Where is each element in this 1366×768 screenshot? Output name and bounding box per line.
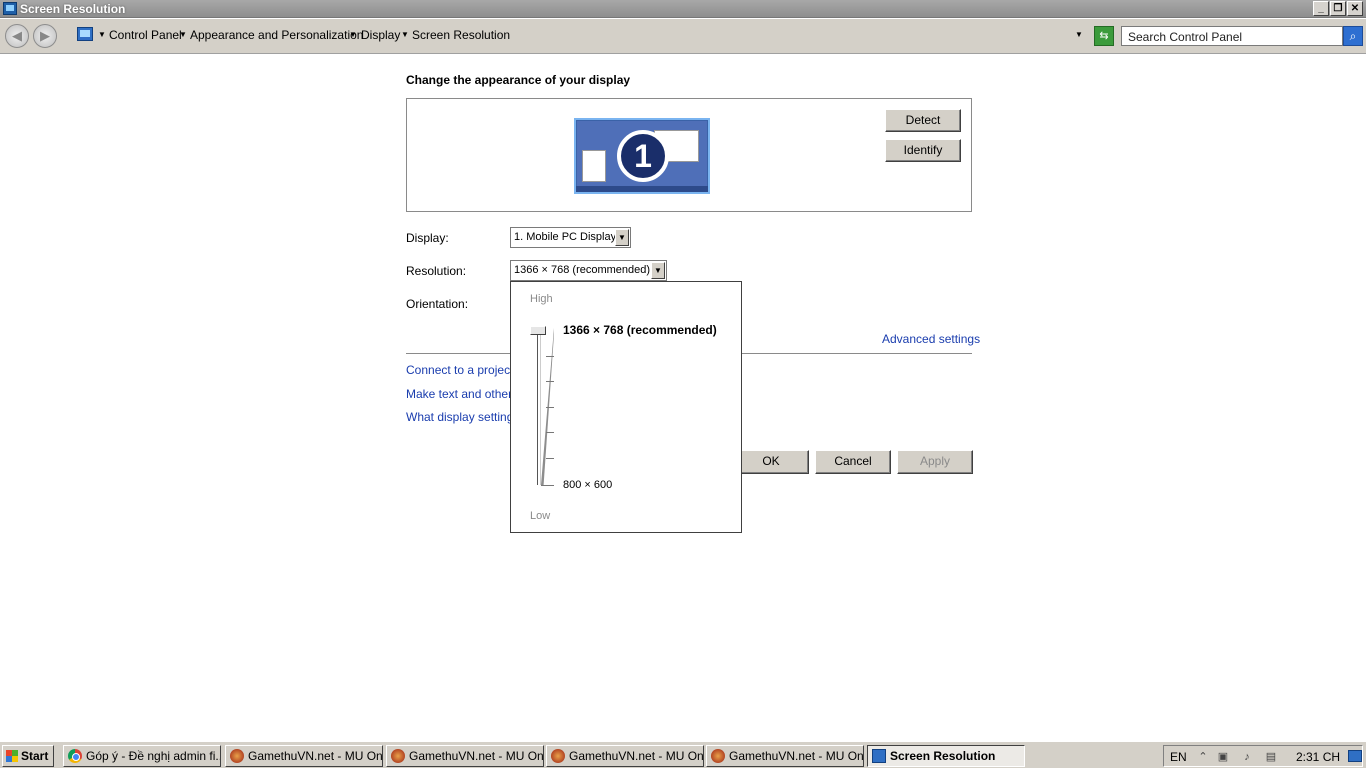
taskbar-thumbnail bbox=[576, 186, 708, 192]
identify-button[interactable]: Identify bbox=[885, 139, 961, 162]
ok-button[interactable]: OK bbox=[733, 450, 809, 474]
min-resolution-label: 800 × 600 bbox=[563, 479, 613, 491]
page-title: Change the appearance of your display bbox=[406, 73, 631, 87]
taskbar-item-label: GamethuVN.net - MU Onl... bbox=[248, 749, 383, 763]
chevron-down-icon[interactable]: ▼ bbox=[651, 262, 665, 279]
monitor-number: 1 bbox=[617, 130, 669, 182]
language-indicator[interactable]: EN bbox=[1170, 750, 1187, 764]
title-bar: Screen Resolution _ ❐ ✕ bbox=[0, 0, 1366, 18]
resolution-label: Resolution: bbox=[406, 264, 467, 278]
resolution-slider-track[interactable] bbox=[537, 332, 541, 485]
resolution-slider-thumb[interactable] bbox=[530, 326, 546, 335]
address-history-icon[interactable]: ▼ bbox=[1075, 30, 1083, 39]
taskbar-item-label: GamethuVN.net - MU Onl... bbox=[729, 749, 864, 763]
slider-tick bbox=[546, 407, 554, 408]
slider-tick bbox=[546, 432, 554, 433]
window-thumbnail bbox=[582, 150, 606, 182]
breadcrumb-screen-resolution[interactable]: Screen Resolution bbox=[412, 28, 510, 42]
taskbar-item-label: Góp ý - Đề nghị admin fi... bbox=[86, 749, 221, 763]
restore-button[interactable]: ❐ bbox=[1330, 1, 1346, 16]
advanced-settings-link[interactable]: Advanced settings bbox=[882, 332, 980, 346]
game-icon bbox=[551, 749, 565, 763]
chevron-up-icon[interactable]: ⌃ bbox=[1196, 750, 1210, 764]
connect-projector-link[interactable]: Connect to a projecto bbox=[406, 363, 520, 377]
orientation-label: Orientation: bbox=[406, 297, 469, 311]
breadcrumb-appearance[interactable]: Appearance and Personalization bbox=[190, 28, 363, 42]
slider-tick bbox=[546, 356, 554, 357]
taskbar-item-label: Screen Resolution bbox=[890, 749, 996, 763]
taskbar-item-screen-resolution[interactable]: Screen Resolution bbox=[867, 745, 1025, 767]
taskbar-item-game[interactable]: GamethuVN.net - MU Onl... bbox=[546, 745, 704, 767]
search-icon[interactable]: ⌕ bbox=[1343, 26, 1363, 46]
high-label: High bbox=[530, 293, 553, 305]
minimize-button[interactable]: _ bbox=[1313, 1, 1329, 16]
network-icon[interactable]: ▣ bbox=[1216, 750, 1230, 764]
chevron-down-icon[interactable]: ▼ bbox=[349, 30, 357, 39]
resolution-select-value: 1366 × 768 (recommended) bbox=[514, 264, 651, 276]
system-tray: EN ⌃ ▣ ♪ ▤ 2:31 CH bbox=[1163, 745, 1363, 767]
breadcrumb: ▼ Control Panel ▼ Appearance and Persona… bbox=[74, 25, 1090, 47]
taskbar-item-chrome[interactable]: Góp ý - Đề nghị admin fi... bbox=[63, 745, 221, 767]
display-select-value: 1. Mobile PC Display bbox=[514, 231, 617, 243]
chevron-down-icon[interactable]: ▼ bbox=[401, 30, 409, 39]
detect-button[interactable]: Detect bbox=[885, 109, 961, 132]
chevron-down-icon[interactable]: ▼ bbox=[98, 30, 106, 39]
monitor-icon[interactable]: 1 bbox=[574, 118, 710, 194]
chevron-down-icon[interactable]: ▼ bbox=[615, 229, 629, 246]
monitor-preview-area: 1 Detect Identify bbox=[406, 98, 972, 212]
control-panel-icon bbox=[77, 27, 93, 41]
game-icon bbox=[230, 749, 244, 763]
start-button[interactable]: Start bbox=[2, 745, 54, 767]
slider-tick bbox=[546, 381, 554, 382]
breadcrumb-control-panel[interactable]: Control Panel bbox=[109, 28, 182, 42]
resolution-dropdown-popup: High 1366 × 768 (recommended) 800 × 600 … bbox=[510, 281, 742, 533]
forward-button[interactable]: ▶ bbox=[33, 24, 57, 48]
close-button[interactable]: ✕ bbox=[1347, 1, 1363, 16]
show-desktop-icon[interactable] bbox=[1348, 750, 1362, 762]
max-resolution-label: 1366 × 768 (recommended) bbox=[563, 323, 717, 337]
taskbar-item-label: GamethuVN.net - MU Onl... bbox=[569, 749, 704, 763]
volume-icon[interactable]: ♪ bbox=[1240, 750, 1254, 764]
start-label: Start bbox=[21, 749, 49, 763]
make-text-larger-link[interactable]: Make text and other i bbox=[406, 387, 518, 401]
refresh-button[interactable]: ⇆ bbox=[1094, 26, 1114, 46]
apply-button[interactable]: Apply bbox=[897, 450, 973, 474]
power-icon[interactable]: ▤ bbox=[1264, 750, 1278, 764]
taskbar-item-game[interactable]: GamethuVN.net - MU Onl... bbox=[386, 745, 544, 767]
control-panel-icon bbox=[3, 2, 17, 15]
slider-tick bbox=[541, 485, 554, 486]
breadcrumb-display[interactable]: Display bbox=[361, 28, 400, 42]
window-title: Screen Resolution bbox=[20, 2, 126, 16]
taskbar-item-label: GamethuVN.net - MU Onl... bbox=[409, 749, 544, 763]
chevron-down-icon[interactable]: ▼ bbox=[179, 30, 187, 39]
display-select[interactable]: 1. Mobile PC Display ▼ bbox=[510, 227, 631, 248]
taskbar-item-game[interactable]: GamethuVN.net - MU Onl... bbox=[225, 745, 383, 767]
display-label: Display: bbox=[406, 231, 449, 245]
clock[interactable]: 2:31 CH bbox=[1296, 750, 1340, 764]
windows-flag-icon bbox=[6, 750, 18, 762]
search-input[interactable]: Search Control Panel bbox=[1121, 26, 1343, 46]
taskbar: Start Góp ý - Đề nghị admin fi... Gameth… bbox=[0, 741, 1366, 768]
taskbar-item-game[interactable]: GamethuVN.net - MU Onl... bbox=[706, 745, 864, 767]
resolution-select[interactable]: 1366 × 768 (recommended) ▼ bbox=[510, 260, 667, 281]
back-button[interactable]: ◀ bbox=[5, 24, 29, 48]
address-bar: ◀ ▶ ▼ Control Panel ▼ Appearance and Per… bbox=[0, 19, 1366, 54]
slider-tick bbox=[546, 458, 554, 459]
cancel-button[interactable]: Cancel bbox=[815, 450, 891, 474]
display-settings-help-link[interactable]: What display settings bbox=[406, 410, 519, 424]
screen-resolution-icon bbox=[872, 749, 886, 763]
low-label: Low bbox=[530, 510, 551, 522]
chrome-icon bbox=[68, 749, 82, 763]
game-icon bbox=[711, 749, 725, 763]
game-icon bbox=[391, 749, 405, 763]
